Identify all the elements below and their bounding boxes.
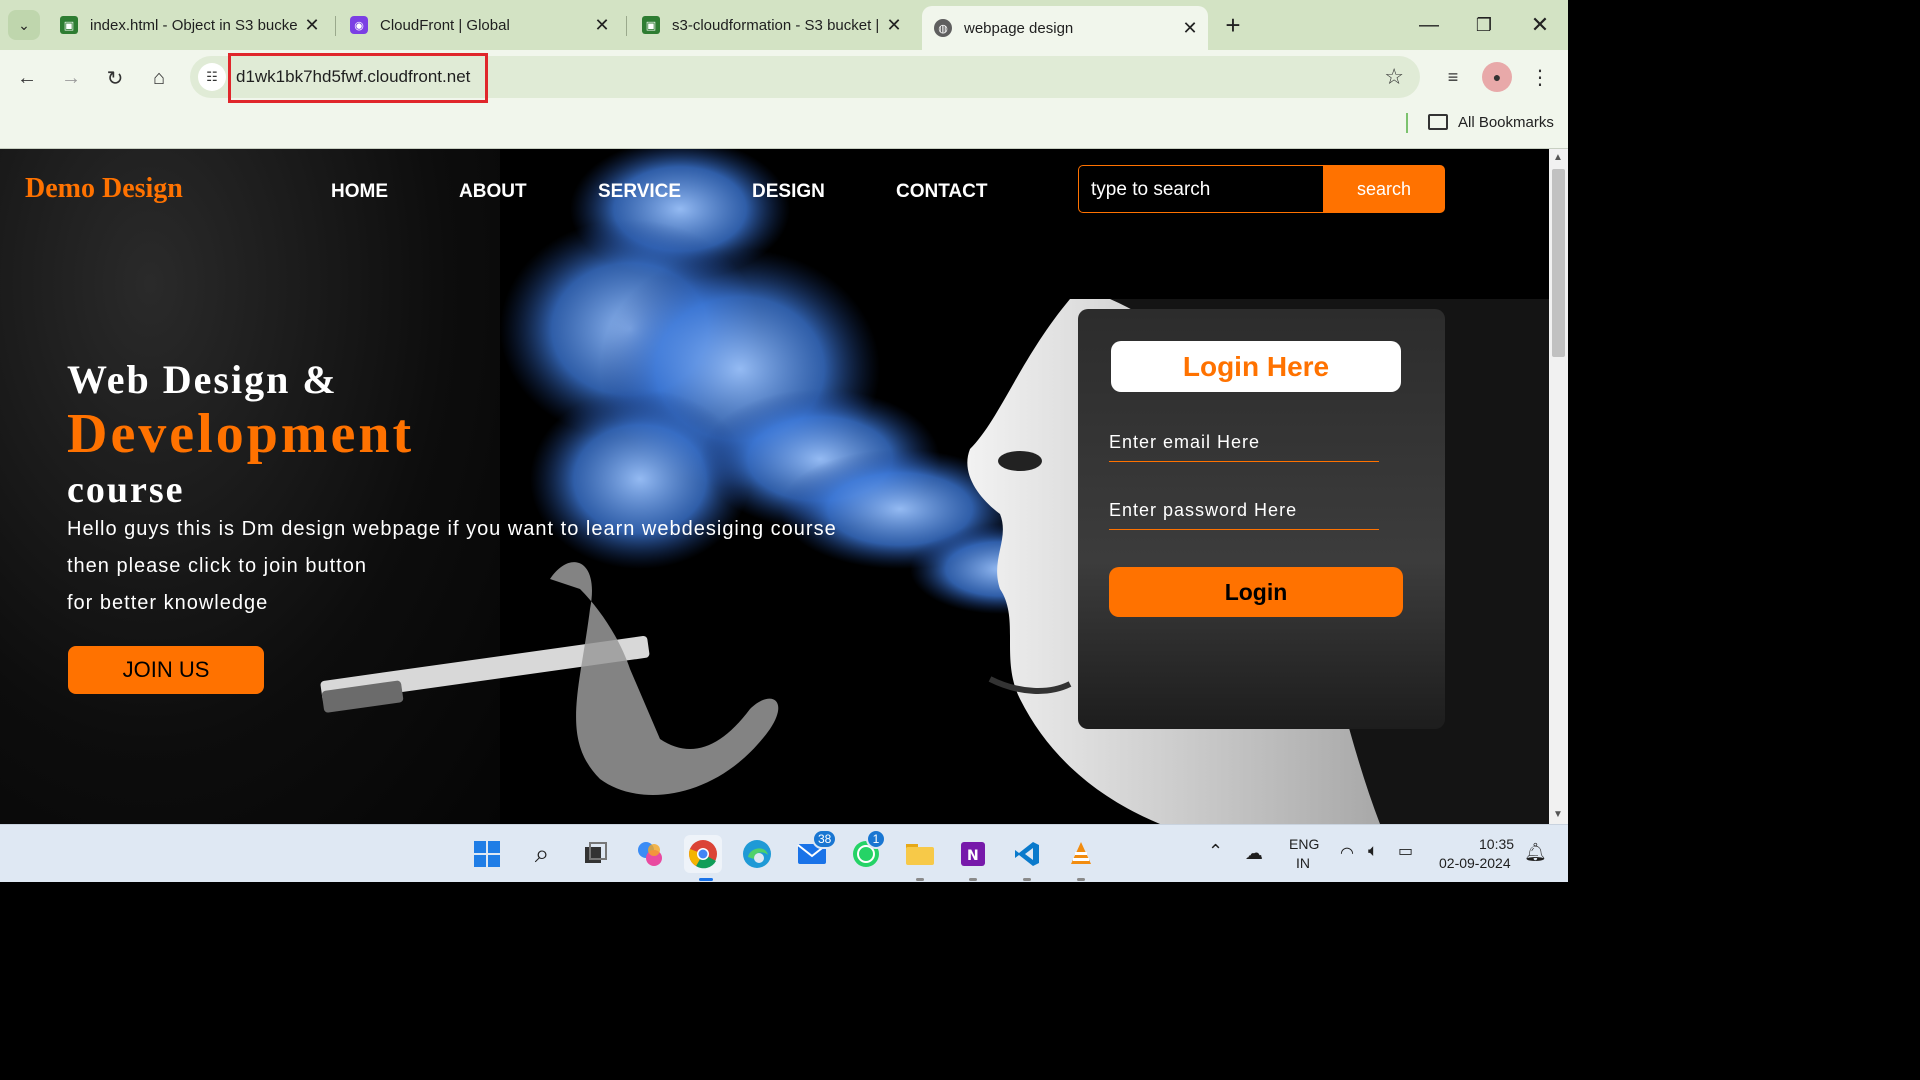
running-indicator: [1023, 878, 1031, 881]
tab-search-dropdown-icon[interactable]: ⌄: [8, 10, 40, 40]
join-us-button[interactable]: JOIN US: [68, 646, 264, 694]
hero-paragraph-line: then please click to join button: [67, 555, 367, 577]
tab-title: s3-cloudformation - S3 bucket |: [672, 16, 880, 34]
hero-paragraph-line: for better knowledge: [67, 592, 269, 614]
chrome-icon[interactable]: [684, 835, 722, 873]
s3-icon: ▣: [642, 16, 660, 34]
running-indicator: [699, 878, 713, 881]
close-tab-icon[interactable]: ✕: [592, 15, 612, 35]
tab-cloudfront[interactable]: ◉ CloudFront | Global ✕: [338, 6, 620, 44]
scroll-down-icon[interactable]: ▼: [1553, 809, 1563, 820]
media-controls-icon[interactable]: ≡: [1438, 62, 1468, 92]
notification-bell-icon[interactable]: 🔔︎: [1524, 842, 1547, 863]
url-text[interactable]: d1wk1bk7hd5fwf.cloudfront.net: [236, 67, 470, 87]
search-input[interactable]: type to search: [1078, 165, 1324, 213]
hero-paragraph-line: Hello guys this is Dm design webpage if …: [67, 518, 837, 540]
site-info-icon[interactable]: ☷: [198, 63, 226, 91]
vlc-icon[interactable]: [1062, 835, 1100, 873]
hero-heading-line2: Development: [67, 403, 415, 465]
region-indicator[interactable]: IN: [1296, 855, 1310, 871]
home-icon[interactable]: ⌂: [143, 62, 175, 94]
cloudfront-icon: ◉: [350, 16, 368, 34]
tab-webpage-design[interactable]: ◍ webpage design ✕: [922, 6, 1208, 50]
scrollbar-thumb[interactable]: [1552, 169, 1565, 357]
restore-icon[interactable]: ❐: [1469, 10, 1499, 40]
address-bar[interactable]: ☷ d1wk1bk7hd5fwf.cloudfront.net ☆: [190, 53, 1420, 103]
copilot-icon[interactable]: [631, 835, 669, 873]
hand-cigarette-image: [320, 562, 779, 795]
nav-home[interactable]: HOME: [331, 181, 388, 203]
onedrive-icon[interactable]: ☁: [1245, 843, 1263, 864]
clock-date[interactable]: 02-09-2024: [1439, 855, 1511, 871]
tab-s3-object[interactable]: ▣ index.html - Object in S3 bucke ✕: [48, 6, 330, 44]
hero-heading-line1: Web Design &: [67, 357, 338, 402]
login-title: Login Here: [1111, 341, 1401, 392]
site-logo[interactable]: Demo Design: [25, 173, 183, 205]
login-form: Login Here Enter email Here Enter passwo…: [1078, 309, 1445, 729]
nav-contact[interactable]: CONTACT: [896, 181, 987, 203]
email-placeholder: Enter email Here: [1109, 432, 1261, 452]
page-scrollbar[interactable]: ▲ ▼: [1549, 149, 1568, 824]
hero-heading-line3: course: [67, 469, 185, 511]
windows-taskbar: ⌕ 38 1 N ⌃ ☁ ENG IN ◠ 🔈︎ ▭ 10:35 02-09-2…: [0, 824, 1568, 882]
back-icon[interactable]: ←: [11, 62, 43, 94]
wifi-icon[interactable]: ◠: [1340, 843, 1354, 863]
language-indicator[interactable]: ENG: [1289, 836, 1319, 852]
password-placeholder: Enter password Here: [1109, 500, 1298, 520]
scroll-up-icon[interactable]: ▲: [1553, 152, 1563, 163]
windows-start-icon[interactable]: [468, 835, 506, 873]
task-view-icon[interactable]: [576, 835, 614, 873]
email-field[interactable]: Enter email Here: [1109, 422, 1379, 462]
tab-title: index.html - Object in S3 bucke: [90, 16, 298, 34]
file-explorer-icon[interactable]: [901, 835, 939, 873]
forward-icon[interactable]: →: [55, 62, 87, 94]
menu-kebab-icon[interactable]: ⋮: [1525, 62, 1555, 92]
tab-s3-cloudformation[interactable]: ▣ s3-cloudformation - S3 bucket | ✕: [630, 6, 912, 44]
running-indicator: [916, 878, 924, 881]
browser-toolbar: ← → ↻ ⌂ ☷ d1wk1bk7hd5fwf.cloudfront.net …: [0, 50, 1568, 105]
whatsapp-badge: 1: [866, 829, 886, 849]
tab-strip: ⌄ ▣ index.html - Object in S3 bucke ✕ ◉ …: [0, 0, 1568, 50]
nav-design[interactable]: DESIGN: [752, 181, 825, 203]
globe-icon: ◍: [934, 19, 952, 37]
new-tab-icon[interactable]: +: [1218, 10, 1248, 40]
minimize-icon[interactable]: —: [1414, 10, 1444, 40]
running-indicator: [969, 878, 977, 881]
bookmarks-bar: All Bookmarks: [0, 105, 1568, 149]
search-button[interactable]: search: [1323, 165, 1445, 213]
onenote-icon[interactable]: N: [954, 835, 992, 873]
running-indicator: [1077, 878, 1085, 881]
close-tab-icon[interactable]: ✕: [302, 15, 322, 35]
all-bookmarks-link[interactable]: All Bookmarks: [1458, 114, 1554, 131]
volume-icon[interactable]: 🔈︎: [1368, 841, 1378, 861]
show-hidden-icons-icon[interactable]: ⌃: [1208, 841, 1223, 862]
mail-badge: 38: [812, 829, 838, 849]
tab-title: CloudFront | Global: [380, 16, 510, 34]
search-placeholder: type to search: [1091, 179, 1211, 200]
close-tab-icon[interactable]: ✕: [884, 15, 904, 35]
close-tab-icon[interactable]: ✕: [1180, 18, 1200, 38]
search-icon[interactable]: ⌕: [523, 835, 561, 873]
nav-service[interactable]: SERVICE: [598, 181, 681, 203]
tab-title: webpage design: [964, 19, 1074, 37]
svg-text:N: N: [967, 848, 979, 864]
login-button[interactable]: Login: [1109, 567, 1403, 617]
folder-icon[interactable]: [1428, 114, 1448, 130]
password-field[interactable]: Enter password Here: [1109, 490, 1379, 530]
tab-divider: [335, 16, 336, 36]
tab-divider: [626, 16, 627, 36]
vscode-icon[interactable]: [1008, 835, 1046, 873]
battery-icon[interactable]: ▭: [1398, 841, 1413, 861]
bookmarks-divider: [1406, 113, 1408, 133]
reload-icon[interactable]: ↻: [99, 62, 131, 94]
clock-time[interactable]: 10:35: [1479, 836, 1514, 852]
bookmark-star-icon[interactable]: ☆: [1384, 64, 1404, 90]
nav-about[interactable]: ABOUT: [459, 181, 527, 203]
s3-icon: ▣: [60, 16, 78, 34]
profile-avatar[interactable]: ●: [1482, 62, 1512, 92]
edge-icon[interactable]: [738, 835, 776, 873]
close-window-icon[interactable]: ✕: [1525, 10, 1555, 40]
webpage-viewport: Demo Design HOME ABOUT SERVICE DESIGN CO…: [0, 149, 1549, 824]
